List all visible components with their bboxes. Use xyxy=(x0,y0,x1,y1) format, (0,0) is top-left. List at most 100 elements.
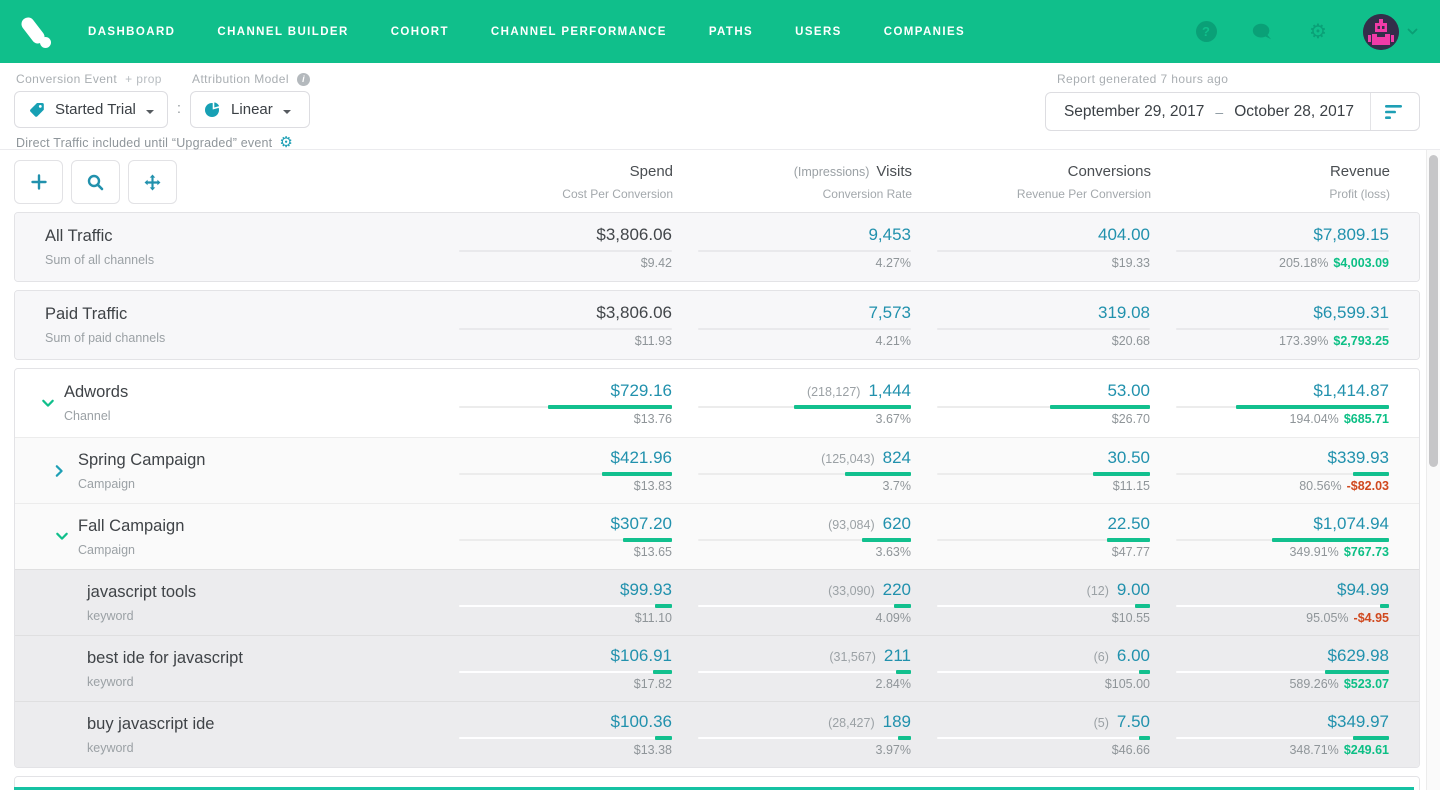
conversions-value[interactable]: 7.50 xyxy=(1117,712,1150,732)
spend-sub-value: $13.83 xyxy=(433,479,672,493)
date-start[interactable]: September 29, 2017 xyxy=(1064,103,1204,121)
revenue-value[interactable]: $1,414.87 xyxy=(1313,381,1389,401)
conversions-value[interactable]: 22.50 xyxy=(1107,514,1150,534)
move-arrows-icon xyxy=(144,174,161,191)
plus-icon xyxy=(31,174,47,190)
nav-item-users[interactable]: USERS xyxy=(795,26,842,38)
nav-item-cohort[interactable]: COHORT xyxy=(391,26,449,38)
column-header-spend[interactable]: Spend Cost Per Conversion xyxy=(434,163,673,201)
attribution-model-dropdown[interactable]: Linear xyxy=(190,91,310,128)
visits-value[interactable]: 189 xyxy=(883,712,911,732)
visits-value[interactable]: 1,444 xyxy=(868,381,911,401)
row-title: javascript tools xyxy=(87,583,196,602)
table-row-fall-campaign[interactable]: Fall CampaignCampaign$307.20$13.65(93,08… xyxy=(15,503,1419,569)
spend-value[interactable]: $421.96 xyxy=(611,448,672,468)
column-header-visits[interactable]: (Impressions)Visits Conversion Rate xyxy=(673,163,912,201)
column-header-revenue[interactable]: Revenue Profit (loss) xyxy=(1151,163,1420,201)
settings-gear-icon[interactable]: ⚙ xyxy=(1307,21,1329,43)
conversions-value[interactable]: 9.00 xyxy=(1117,580,1150,600)
visits-value[interactable]: 9,453 xyxy=(868,225,911,245)
chevron-right-icon[interactable] xyxy=(55,464,70,478)
info-icon[interactable]: i xyxy=(297,73,310,86)
revenue-sub-value: 589.26%$523.07 xyxy=(1150,677,1389,691)
row-card: AdwordsChannel$729.16$13.76(218,127)1,44… xyxy=(14,368,1420,768)
spend-sub-value: $9.42 xyxy=(433,256,672,270)
row-title: buy javascript ide xyxy=(87,715,214,734)
share-bar xyxy=(1176,605,1389,607)
column-header-conversions[interactable]: Conversions Revenue Per Conversion xyxy=(912,163,1151,201)
table-row-spring-campaign[interactable]: Spring CampaignCampaign$421.96$13.83(125… xyxy=(15,437,1419,503)
spend-value[interactable]: $100.36 xyxy=(611,712,672,732)
conversion-event-dropdown[interactable]: Started Trial xyxy=(14,91,168,128)
row-label: Fall CampaignCampaign xyxy=(15,504,433,569)
nav-item-channel-performance[interactable]: CHANNEL PERFORMANCE xyxy=(491,26,667,38)
add-channel-button[interactable] xyxy=(14,160,63,204)
revenue-value[interactable]: $629.98 xyxy=(1328,646,1389,666)
search-button[interactable] xyxy=(71,160,120,204)
filter-lines-icon xyxy=(1385,104,1405,120)
revenue-value[interactable]: $94.99 xyxy=(1337,580,1389,600)
conversions-paren-value: (5) xyxy=(1094,716,1109,730)
column-headers: Spend Cost Per Conversion (Impressions)V… xyxy=(434,163,1420,201)
avatar[interactable] xyxy=(1363,14,1399,50)
conversions-sub-value: $105.00 xyxy=(911,677,1150,691)
table-row-javascript-tools: javascript toolskeyword$99.93$11.10(33,0… xyxy=(15,569,1419,635)
conversions-value[interactable]: 6.00 xyxy=(1117,646,1150,666)
report-generated-label: Report generated 7 hours ago xyxy=(1057,72,1228,86)
table-row-adwords[interactable]: AdwordsChannel$729.16$13.76(218,127)1,44… xyxy=(15,369,1419,437)
row-label: buy javascript idekeyword xyxy=(15,702,433,767)
add-prop-link[interactable]: + prop xyxy=(125,72,162,86)
spend-value[interactable]: $3,806.06 xyxy=(596,225,672,245)
cell-visits: (31,567)2112.84% xyxy=(672,646,911,691)
nav-item-paths[interactable]: PATHS xyxy=(709,26,753,38)
conversion-event-label: Conversion Event xyxy=(16,72,117,86)
reorder-button[interactable] xyxy=(128,160,177,204)
conversions-value[interactable]: 319.08 xyxy=(1098,303,1150,323)
cell-spend: $3,806.06 $9.42 xyxy=(433,225,672,270)
conversions-value[interactable]: 30.50 xyxy=(1107,448,1150,468)
revenue-value[interactable]: $1,074.94 xyxy=(1313,514,1389,534)
nav-item-channel-builder[interactable]: CHANNEL BUILDER xyxy=(217,26,348,38)
nav-item-companies[interactable]: COMPANIES xyxy=(884,26,965,38)
visits-value[interactable]: 220 xyxy=(883,580,911,600)
scrollbar-thumb[interactable] xyxy=(1429,155,1438,467)
chevron-down-icon[interactable] xyxy=(41,399,56,408)
spend-value[interactable]: $3,806.06 xyxy=(596,303,672,323)
divider xyxy=(1176,328,1389,330)
help-icon[interactable]: ? xyxy=(1195,21,1217,43)
spend-value[interactable]: $106.91 xyxy=(611,646,672,666)
revenue-value[interactable]: $6,599.31 xyxy=(1313,303,1389,323)
spend-value[interactable]: $99.93 xyxy=(620,580,672,600)
visits-value[interactable]: 824 xyxy=(883,448,911,468)
share-bar xyxy=(1176,539,1389,541)
row-title: All Traffic xyxy=(45,227,154,246)
revenue-value[interactable]: $339.93 xyxy=(1328,448,1389,468)
visits-value[interactable]: 620 xyxy=(883,514,911,534)
chevron-down-icon[interactable] xyxy=(55,532,70,541)
user-menu[interactable] xyxy=(1363,14,1418,50)
chat-icon[interactable] xyxy=(1251,21,1273,43)
cell-revenue: $1,414.87194.04%$685.71 xyxy=(1150,381,1419,426)
conversions-value[interactable]: 404.00 xyxy=(1098,225,1150,245)
cell-spend: $99.93$11.10 xyxy=(433,580,672,625)
share-bar xyxy=(698,605,911,607)
date-filter-button[interactable] xyxy=(1370,93,1419,130)
cell-conversions: (5)7.50$46.66 xyxy=(911,712,1150,757)
spend-value[interactable]: $307.20 xyxy=(611,514,672,534)
spend-sub-value: $11.93 xyxy=(433,334,672,348)
nav-item-dashboard[interactable]: DASHBOARD xyxy=(88,26,175,38)
conversions-value[interactable]: 53.00 xyxy=(1107,381,1150,401)
date-end[interactable]: October 28, 2017 xyxy=(1234,103,1354,121)
revenue-value[interactable]: $349.97 xyxy=(1328,712,1389,732)
date-range-picker[interactable]: September 29, 2017 – October 28, 2017 xyxy=(1045,92,1420,131)
revenue-value[interactable]: $7,809.15 xyxy=(1313,225,1389,245)
spend-value[interactable]: $729.16 xyxy=(611,381,672,401)
app-logo-icon[interactable] xyxy=(16,13,54,51)
note-gear-icon[interactable]: ⚙ xyxy=(279,135,292,150)
visits-value[interactable]: 7,573 xyxy=(868,303,911,323)
row-label: AdwordsChannel xyxy=(15,369,433,437)
conversions-paren-value: (6) xyxy=(1094,650,1109,664)
visits-value[interactable]: 211 xyxy=(884,646,911,666)
spend-sub-value: $13.65 xyxy=(433,545,672,559)
share-bar xyxy=(459,671,672,673)
